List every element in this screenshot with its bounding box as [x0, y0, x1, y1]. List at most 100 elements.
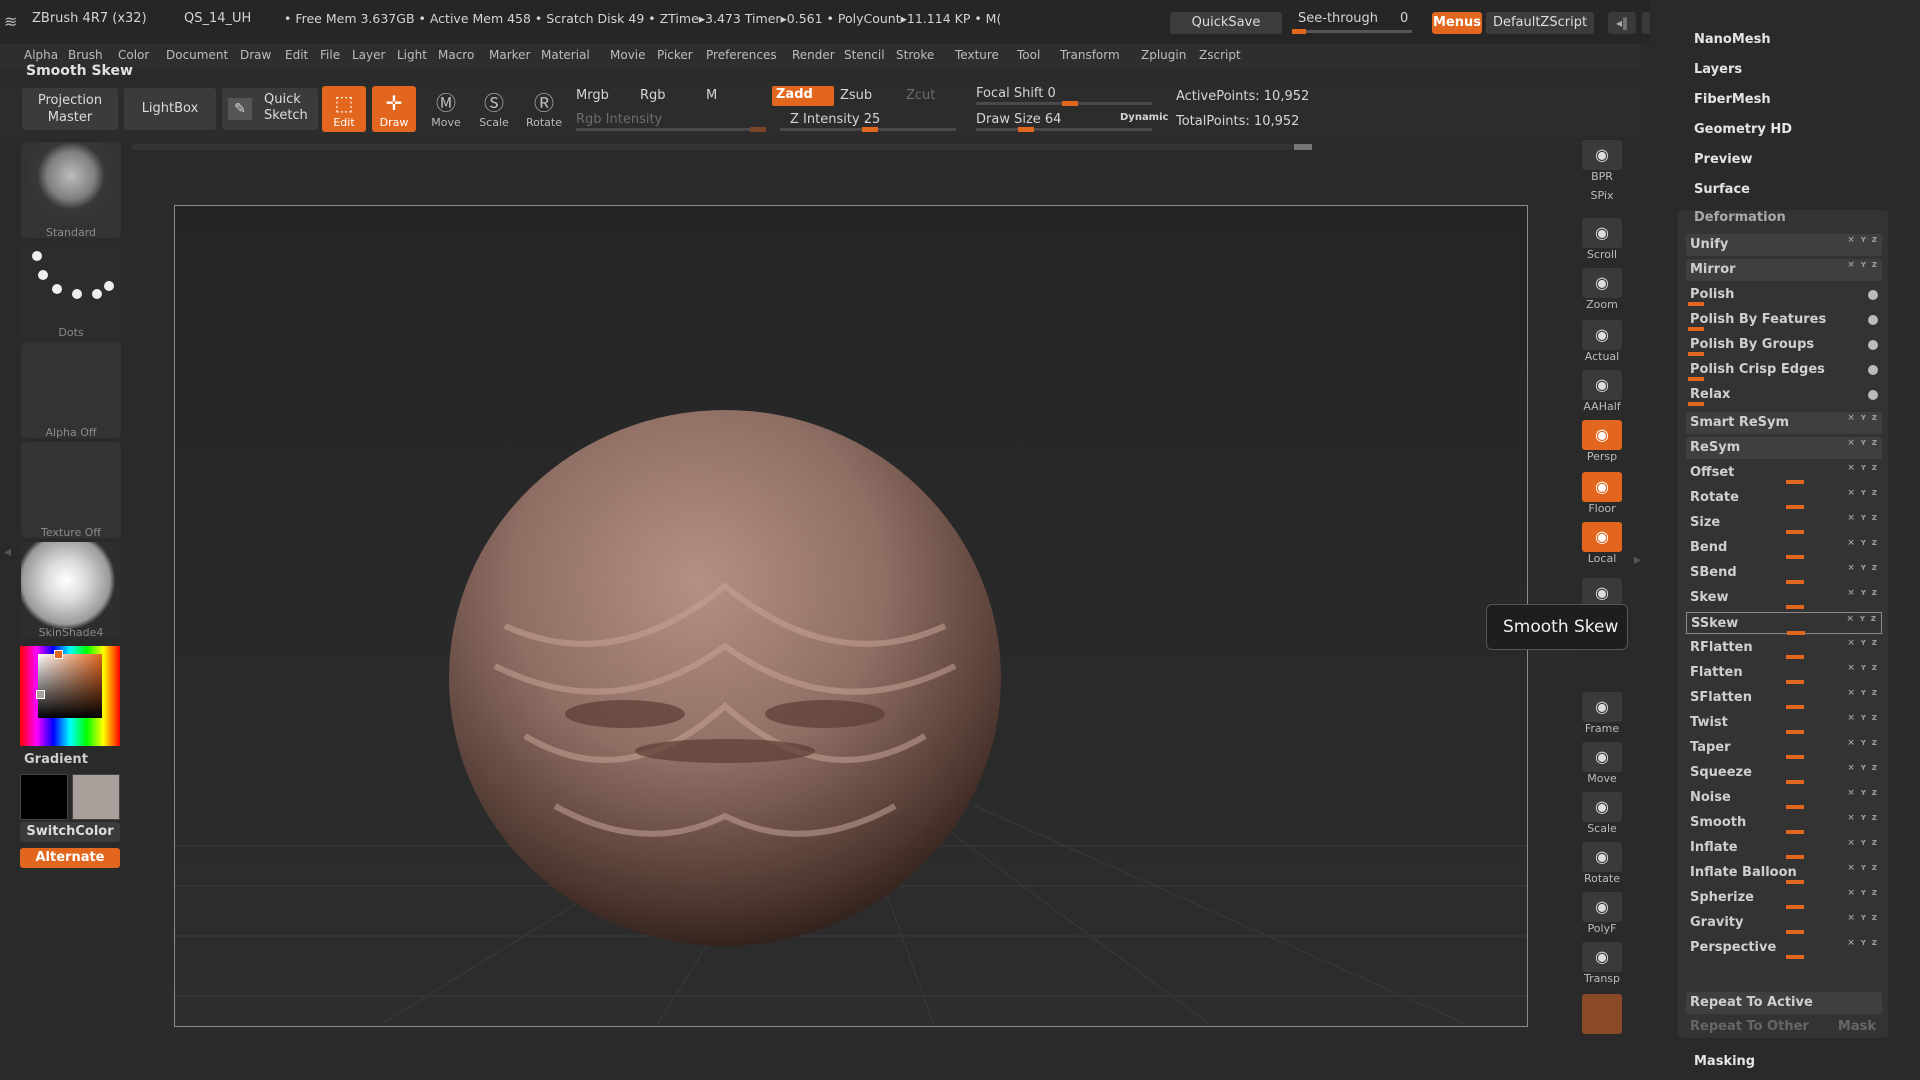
axis-toggle-icon[interactable]: × ʏ ᴢ	[1847, 788, 1878, 798]
deform-slider-knob[interactable]	[1786, 905, 1804, 909]
axis-toggle-icon[interactable]: × ʏ ᴢ	[1847, 563, 1878, 573]
deform-slider-knob[interactable]	[1787, 631, 1805, 635]
z-intensity-slider[interactable]	[780, 127, 956, 132]
palette-header-layers[interactable]: Layers	[1694, 62, 1742, 77]
axis-toggle-icon[interactable]: × ʏ ᴢ	[1847, 888, 1878, 898]
palette-header-preview[interactable]: Preview	[1694, 152, 1753, 167]
mask-label[interactable]: Mask	[1838, 1019, 1876, 1034]
deform-skew[interactable]: Skew × ʏ ᴢ	[1686, 587, 1882, 609]
draw-size-label[interactable]: Draw Size 64	[976, 112, 1061, 127]
color-picker-square[interactable]	[38, 654, 102, 718]
see-through-label[interactable]: See-through	[1298, 11, 1378, 26]
deform-smart-resym[interactable]: Smart ReSym × ʏ ᴢ	[1686, 412, 1882, 434]
texture-thumbnail[interactable]	[21, 442, 121, 538]
color-picker[interactable]	[20, 646, 120, 746]
canvas-area[interactable]	[174, 205, 1528, 1027]
view-button-spix[interactable]: ◉SPix	[1580, 189, 1624, 202]
axis-toggle-icon[interactable]: × ʏ ᴢ	[1847, 413, 1878, 423]
deform-taper[interactable]: Taper × ʏ ᴢ	[1686, 737, 1882, 759]
focal-shift-label[interactable]: Focal Shift 0	[976, 86, 1056, 101]
view-button-aahalf[interactable]: ◉ AAHalf	[1580, 370, 1624, 413]
zadd-button[interactable]: Zadd	[772, 86, 834, 106]
deform-offset[interactable]: Offset × ʏ ᴢ	[1686, 462, 1882, 484]
toggle-dot-icon[interactable]	[1868, 315, 1878, 325]
menu-zscript[interactable]: Zscript	[1199, 48, 1241, 62]
deform-slider-knob[interactable]	[1786, 830, 1804, 834]
deform-mirror[interactable]: Mirror × ʏ ᴢ	[1686, 259, 1882, 281]
deform-flatten[interactable]: Flatten × ʏ ᴢ	[1686, 662, 1882, 684]
menu-stroke[interactable]: Stroke	[896, 48, 934, 62]
axis-toggle-icon[interactable]: × ʏ ᴢ	[1847, 913, 1878, 923]
deform-slider-knob[interactable]	[1786, 530, 1804, 534]
repeat-to-active-button[interactable]: Repeat To Active	[1686, 992, 1882, 1014]
view-button-transp[interactable]: ◉ Transp	[1580, 942, 1624, 985]
deform-unify[interactable]: Unify × ʏ ᴢ	[1686, 234, 1882, 256]
deform-spherize[interactable]: Spherize × ʏ ᴢ	[1686, 887, 1882, 909]
axis-toggle-icon[interactable]: × ʏ ᴢ	[1847, 938, 1878, 948]
repeat-to-other-button[interactable]: Repeat To Other Mask	[1686, 1016, 1882, 1038]
deform-slider-knob[interactable]	[1786, 605, 1804, 609]
script-prev-icon[interactable]: ◂‖	[1608, 12, 1636, 34]
toggle-dot-icon[interactable]	[1868, 365, 1878, 375]
left-collapse-icon[interactable]: ◂	[4, 544, 11, 560]
menu-file[interactable]: File	[320, 48, 340, 62]
deform-bend[interactable]: Bend × ʏ ᴢ	[1686, 537, 1882, 559]
deform-inflate-balloon[interactable]: Inflate Balloon × ʏ ᴢ	[1686, 862, 1882, 884]
menu-layer[interactable]: Layer	[352, 48, 385, 62]
view-button-zoom[interactable]: ◉ Zoom	[1580, 268, 1624, 311]
switch-color-button[interactable]: SwitchColor	[20, 822, 120, 842]
deform-smooth[interactable]: Smooth × ʏ ᴢ	[1686, 812, 1882, 834]
menu-color[interactable]: Color	[118, 48, 149, 62]
menu-preferences[interactable]: Preferences	[706, 48, 777, 62]
deform-slider-knob[interactable]	[1688, 327, 1704, 331]
right-collapse-icon[interactable]: ▸	[1634, 552, 1641, 568]
rgb-intensity-slider[interactable]	[576, 127, 766, 132]
palette-header-nanomesh[interactable]: NanoMesh	[1694, 32, 1771, 47]
axis-toggle-icon[interactable]: × ʏ ᴢ	[1846, 614, 1877, 624]
deform-gravity[interactable]: Gravity × ʏ ᴢ	[1686, 912, 1882, 934]
draw-size-slider[interactable]	[976, 127, 1152, 132]
hue-marker[interactable]	[54, 650, 63, 659]
axis-toggle-icon[interactable]: × ʏ ᴢ	[1847, 838, 1878, 848]
view-button-persp[interactable]: ◉ Persp	[1580, 420, 1624, 463]
deform-slider-knob[interactable]	[1688, 377, 1704, 381]
toggle-dot-icon[interactable]	[1868, 290, 1878, 300]
zcut-button[interactable]: Zcut	[906, 88, 935, 103]
rgb-intensity-label[interactable]: Rgb Intensity	[576, 112, 662, 127]
top-scroll-strip[interactable]	[132, 144, 1312, 150]
view-button-polyf[interactable]: ◉ PolyF	[1580, 892, 1624, 935]
deform-slider-knob[interactable]	[1786, 730, 1804, 734]
axis-toggle-icon[interactable]: × ʏ ᴢ	[1847, 538, 1878, 548]
color-marker[interactable]	[36, 690, 45, 699]
edit-mode-button[interactable]: ⬚ Edit	[322, 86, 366, 132]
view-button-floor[interactable]: ◉ Floor	[1580, 472, 1624, 515]
menu-light[interactable]: Light	[397, 48, 427, 62]
deform-slider-knob[interactable]	[1786, 480, 1804, 484]
menu-texture[interactable]: Texture	[955, 48, 999, 62]
axis-toggle-icon[interactable]: × ʏ ᴢ	[1847, 638, 1878, 648]
menu-brush[interactable]: Brush	[68, 48, 103, 62]
axis-toggle-icon[interactable]: × ʏ ᴢ	[1847, 260, 1878, 270]
solo-button[interactable]	[1582, 994, 1622, 1034]
toggle-dot-icon[interactable]	[1868, 390, 1878, 400]
deform-sflatten[interactable]: SFlatten × ʏ ᴢ	[1686, 687, 1882, 709]
menu-marker[interactable]: Marker	[489, 48, 530, 62]
projection-master-button[interactable]: Projection Master	[22, 88, 118, 130]
m-button[interactable]: M	[706, 88, 717, 103]
axis-toggle-icon[interactable]: × ʏ ᴢ	[1847, 235, 1878, 245]
mrgb-button[interactable]: Mrgb	[576, 88, 609, 103]
view-button-rotate[interactable]: ◉ Rotate	[1580, 842, 1624, 885]
deform-perspective[interactable]: Perspective × ʏ ᴢ	[1686, 937, 1882, 959]
menu-tool[interactable]: Tool	[1017, 48, 1040, 62]
deform-slider-knob[interactable]	[1688, 402, 1704, 406]
scale-mode-button[interactable]: Ⓢ Scale	[472, 86, 516, 132]
alpha-thumbnail[interactable]	[21, 342, 121, 438]
axis-toggle-icon[interactable]: × ʏ ᴢ	[1847, 863, 1878, 873]
move-mode-button[interactable]: Ⓜ Move	[424, 86, 468, 132]
axis-toggle-icon[interactable]: × ʏ ᴢ	[1847, 738, 1878, 748]
axis-toggle-icon[interactable]: × ʏ ᴢ	[1847, 463, 1878, 473]
z-intensity-label[interactable]: Z Intensity 25	[790, 112, 880, 127]
secondary-color-swatch[interactable]	[72, 774, 120, 820]
menu-movie[interactable]: Movie	[610, 48, 646, 62]
toggle-dot-icon[interactable]	[1868, 340, 1878, 350]
